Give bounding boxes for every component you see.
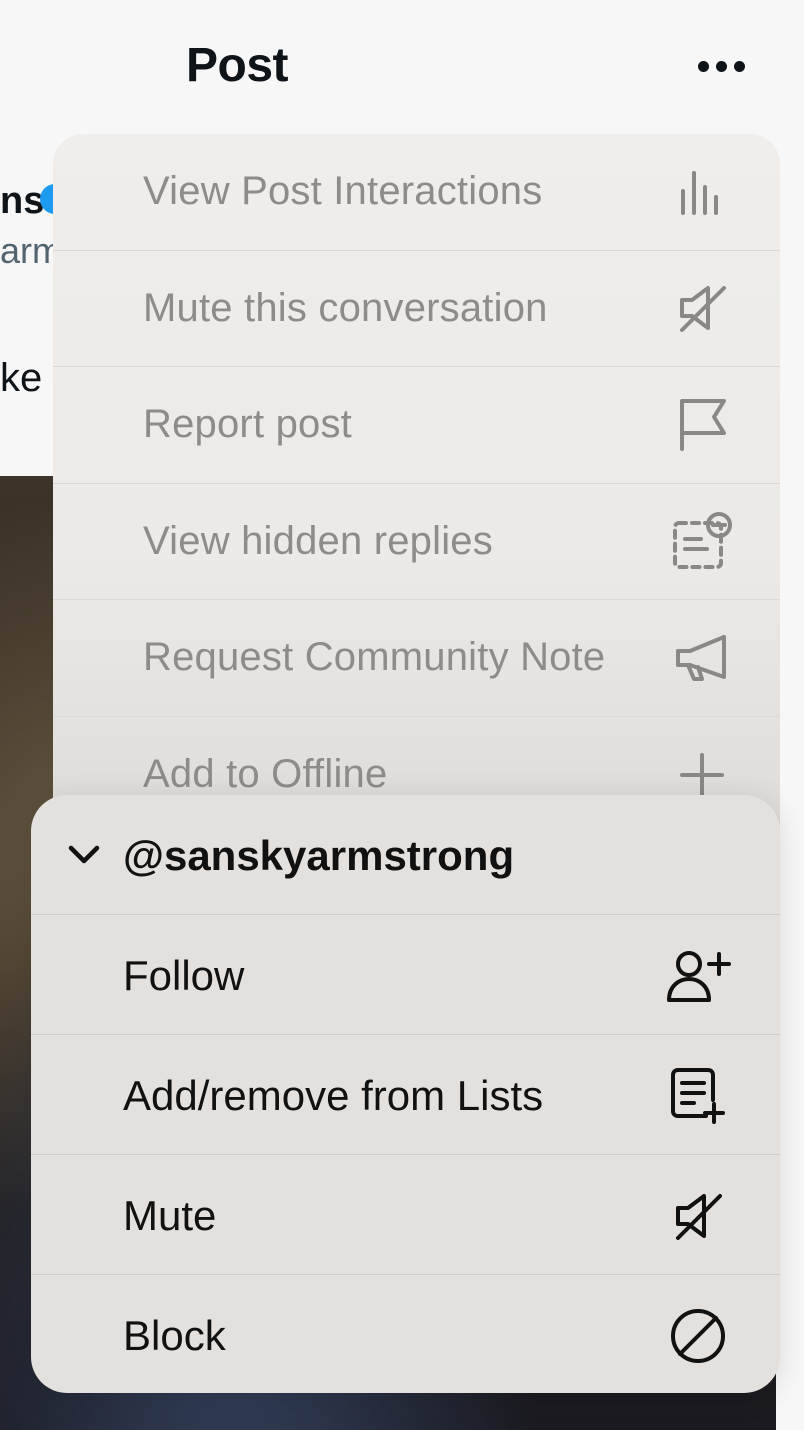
follow-user-icon bbox=[665, 943, 731, 1009]
menu-item-mute-conversation[interactable]: Mute this conversation bbox=[53, 251, 780, 367]
menu-item-mute[interactable]: Mute bbox=[31, 1155, 780, 1275]
menu-item-label: Request Community Note bbox=[143, 635, 606, 680]
user-menu-header[interactable]: @sanskyarmstrong bbox=[31, 795, 780, 915]
hidden-replies-icon bbox=[669, 508, 735, 574]
bar-chart-icon bbox=[669, 159, 735, 225]
author-name[interactable]: ns bbox=[0, 180, 44, 223]
menu-item-block[interactable]: Block bbox=[31, 1275, 780, 1393]
menu-item-label: Add/remove from Lists bbox=[123, 1072, 544, 1119]
more-dot bbox=[733, 60, 745, 72]
menu-item-label: View Post Interactions bbox=[143, 169, 543, 214]
speaker-mute-icon bbox=[665, 1183, 731, 1249]
page-title: Post bbox=[186, 39, 289, 92]
menu-item-view-hidden-replies[interactable]: View hidden replies bbox=[53, 484, 780, 600]
user-handle: @sanskyarmstrong bbox=[123, 832, 515, 879]
megaphone-icon bbox=[669, 625, 735, 691]
block-icon bbox=[665, 1303, 731, 1369]
post-options-menu: View Post Interactions Mute this convers… bbox=[53, 134, 780, 834]
menu-item-follow[interactable]: Follow bbox=[31, 915, 780, 1035]
more-horizontal-icon bbox=[697, 60, 709, 72]
menu-item-add-remove-lists[interactable]: Add/remove from Lists bbox=[31, 1035, 780, 1155]
flag-icon bbox=[669, 392, 735, 458]
list-add-icon bbox=[665, 1063, 731, 1129]
more-dot bbox=[715, 60, 727, 72]
menu-item-label: Mute bbox=[123, 1192, 217, 1239]
menu-item-label: Block bbox=[123, 1312, 226, 1359]
menu-item-label: Follow bbox=[123, 952, 245, 999]
menu-item-label: Mute this conversation bbox=[143, 285, 548, 330]
menu-item-request-community-note[interactable]: Request Community Note bbox=[53, 600, 780, 717]
menu-item-view-post-interactions[interactable]: View Post Interactions bbox=[53, 134, 780, 251]
more-options-button[interactable] bbox=[686, 48, 756, 84]
speaker-mute-icon bbox=[669, 275, 735, 341]
menu-item-label: Add to Offline bbox=[143, 752, 388, 797]
chevron-down-icon[interactable] bbox=[67, 841, 101, 869]
top-bar: Post bbox=[0, 0, 804, 132]
user-options-menu: @sanskyarmstrong Follow Add/remove from … bbox=[31, 795, 780, 1393]
post-text: ke bbox=[0, 356, 43, 400]
menu-item-label: Report post bbox=[143, 402, 352, 447]
menu-item-report-post[interactable]: Report post bbox=[53, 367, 780, 484]
menu-item-label: View hidden replies bbox=[143, 518, 493, 563]
